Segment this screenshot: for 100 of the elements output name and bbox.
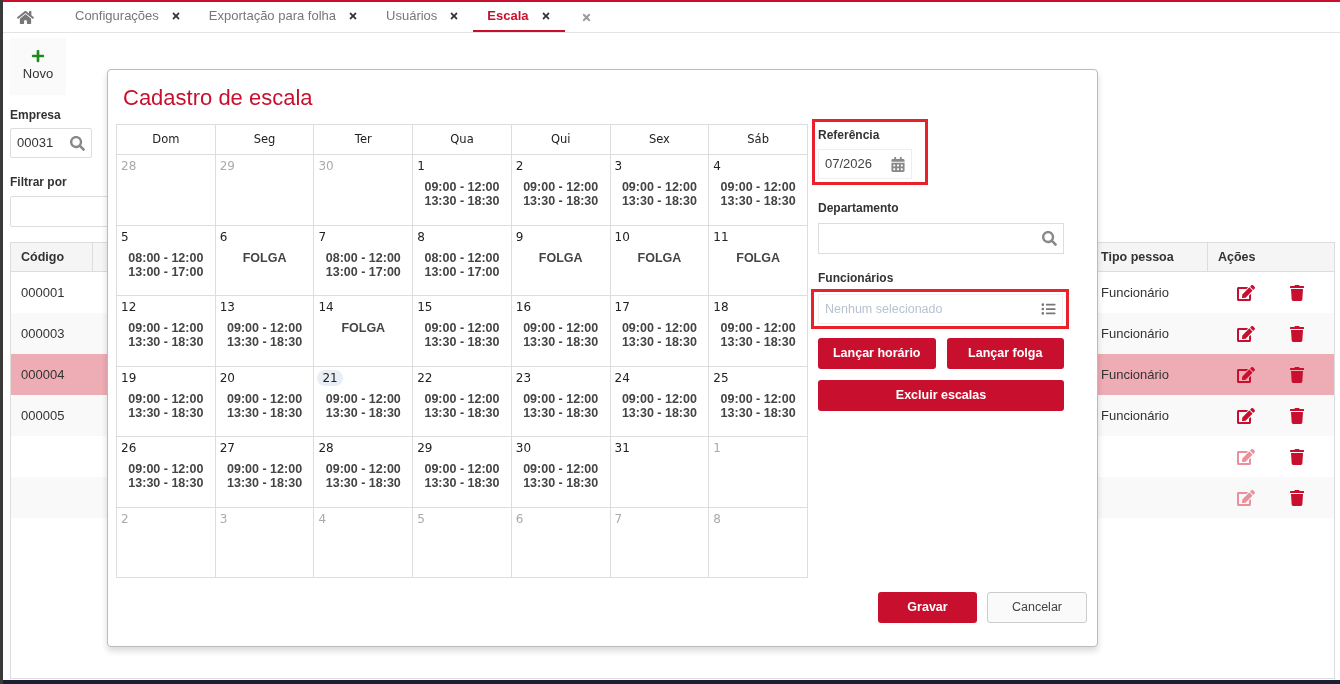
day-number: 12: [121, 299, 137, 315]
edit-icon[interactable]: [1237, 284, 1255, 301]
schedule-entry: 09:00 - 12:00 13:30 - 18:30: [621, 321, 697, 349]
calendar-day[interactable]: 3 09:00 - 12:00 13:30 - 18:30: [610, 155, 710, 226]
cancel-button[interactable]: Cancelar: [987, 592, 1087, 623]
day-number: 6: [515, 510, 524, 527]
save-button[interactable]: Gravar: [878, 592, 977, 623]
schedule-entry: 09:00 - 12:00 13:30 - 18:30: [227, 391, 303, 420]
calendar-day[interactable]: 2 09:00 - 12:00 13:30 - 18:30: [511, 155, 611, 226]
edit-icon[interactable]: [1237, 407, 1255, 424]
close-icon[interactable]: [170, 11, 181, 21]
calendar-day[interactable]: 9 FOLGA: [511, 225, 611, 296]
tab[interactable]: Escala: [473, 2, 565, 32]
new-button[interactable]: Novo: [10, 38, 66, 95]
calendar-day[interactable]: 22 09:00 - 12:00 13:30 - 18:30: [413, 366, 512, 437]
calendar-day[interactable]: 10 FOLGA: [610, 225, 710, 296]
schedule-entry: 09:00 - 12:00 13:30 - 18:30: [424, 462, 500, 490]
calendar-day[interactable]: 31: [610, 437, 710, 508]
schedule-entry: FOLGA: [637, 250, 682, 265]
tab[interactable]: Configurações: [61, 2, 195, 32]
edit-icon[interactable]: [1237, 325, 1255, 342]
department-field[interactable]: [818, 223, 1064, 254]
plus-icon: [31, 49, 45, 64]
calendar-day[interactable]: 4 09:00 - 12:00 13:30 - 18:30: [709, 155, 808, 226]
day-number: 8: [417, 228, 425, 245]
trash-icon[interactable]: [1290, 448, 1304, 465]
action-button[interactable]: Lançar folga: [946, 338, 1064, 369]
reference-field[interactable]: 07/2026: [818, 149, 912, 179]
close-icon[interactable]: [540, 11, 551, 21]
edit-icon[interactable]: [1237, 366, 1255, 383]
day-number: 2: [121, 510, 129, 527]
schedule-entry: 09:00 - 12:00 13:30 - 18:30: [227, 321, 303, 349]
trash-icon[interactable]: [1290, 489, 1304, 506]
calendar-icon[interactable]: [891, 156, 905, 172]
day-number: 11: [713, 228, 729, 245]
schedule-entry: 08:00 - 12:00 13:00 - 17:00: [424, 250, 500, 279]
schedule-entry: 09:00 - 12:00 13:30 - 18:30: [424, 180, 500, 208]
calendar-day[interactable]: 21 09:00 - 12:00 13:30 - 18:30: [314, 366, 414, 437]
calendar-day[interactable]: 30 09:00 - 12:00 13:30 - 18:30: [511, 437, 611, 508]
calendar-day[interactable]: 5 08:00 - 12:00 13:00 - 17:00: [117, 225, 216, 296]
column-header[interactable]: Código: [11, 243, 93, 271]
schedule-entry: 09:00 - 12:00 13:30 - 18:30: [621, 391, 697, 420]
column-header[interactable]: Ações: [1208, 243, 1334, 271]
calendar-day[interactable]: 7 08:00 - 12:00 13:00 - 17:00: [314, 225, 414, 296]
list-icon[interactable]: [1041, 302, 1056, 316]
calendar-day[interactable]: 28 09:00 - 12:00 13:30 - 18:30: [314, 437, 414, 508]
calendar-day[interactable]: 29 09:00 - 12:00 13:30 - 18:30: [413, 437, 512, 508]
calendar-day[interactable]: 26 09:00 - 12:00 13:30 - 18:30: [117, 437, 216, 508]
calendar-day[interactable]: 6 FOLGA: [215, 225, 315, 296]
calendar-day[interactable]: 15 09:00 - 12:00 13:30 - 18:30: [413, 296, 512, 367]
table-cell-text: 000003: [21, 324, 65, 343]
modal-title: Cadastro de escala: [122, 84, 314, 112]
calendar-day[interactable]: 14 FOLGA: [314, 296, 414, 367]
schedule-entry: 09:00 - 12:00 13:30 - 18:30: [720, 180, 796, 208]
day-number: 1: [417, 158, 425, 174]
calendar-day[interactable]: 25 09:00 - 12:00 13:30 - 18:30: [709, 366, 808, 437]
home-icon[interactable]: [17, 9, 34, 25]
calendar-day[interactable]: 17 09:00 - 12:00 13:30 - 18:30: [610, 296, 710, 367]
day-number: 2: [515, 158, 524, 174]
calendar-day[interactable]: 11 FOLGA: [709, 225, 808, 296]
calendar-day[interactable]: 23 09:00 - 12:00 13:30 - 18:30: [511, 366, 611, 437]
calendar-day[interactable]: 24 09:00 - 12:00 13:30 - 18:30: [610, 366, 710, 437]
day-number: 6: [219, 228, 228, 245]
trash-icon[interactable]: [1290, 407, 1304, 424]
calendar-day[interactable]: 19 09:00 - 12:00 13:30 - 18:30: [117, 366, 216, 437]
action-button[interactable]: Excluir escalas: [818, 380, 1064, 411]
calendar-day[interactable]: 20 09:00 - 12:00 13:30 - 18:30: [215, 366, 315, 437]
calendar-day[interactable]: 8 08:00 - 12:00 13:00 - 17:00: [413, 225, 512, 296]
calendar-day[interactable]: 16 09:00 - 12:00 13:30 - 18:30: [511, 296, 611, 367]
close-icon[interactable]: [348, 11, 359, 21]
close-icon[interactable]: [449, 11, 460, 21]
schedule-entry: FOLGA: [242, 250, 287, 265]
company-field[interactable]: 00031: [10, 128, 92, 158]
calendar-day[interactable]: 18 09:00 - 12:00 13:30 - 18:30: [709, 296, 808, 367]
day-number: 29: [417, 440, 433, 456]
action-button[interactable]: Lançar horário: [818, 338, 936, 369]
trash-icon[interactable]: [1290, 325, 1304, 342]
day-number: 22: [417, 369, 433, 386]
schedule-entry: 09:00 - 12:00 13:30 - 18:30: [523, 321, 599, 349]
trash-icon[interactable]: [1290, 366, 1304, 383]
tab[interactable]: Usuários: [372, 2, 474, 32]
day-number: 21: [317, 369, 343, 386]
field-label: Filtrar por: [10, 174, 67, 191]
search-icon[interactable]: [70, 135, 85, 151]
schedule-entry: 09:00 - 12:00 13:30 - 18:30: [523, 391, 599, 420]
schedule-entry: 09:00 - 12:00 13:30 - 18:30: [128, 321, 204, 349]
schedule-entry: FOLGA: [538, 250, 583, 265]
schedule-entry: 09:00 - 12:00 13:30 - 18:30: [720, 391, 796, 420]
calendar-day[interactable]: 12 09:00 - 12:00 13:30 - 18:30: [117, 296, 216, 367]
day-number: 10: [614, 228, 630, 245]
calendar-day[interactable]: 13 09:00 - 12:00 13:30 - 18:30: [215, 296, 315, 367]
weekday-header: Qui: [550, 130, 571, 148]
search-icon[interactable]: [1042, 231, 1057, 246]
calendar-day[interactable]: 1 09:00 - 12:00 13:30 - 18:30: [413, 155, 512, 226]
day-number: 25: [713, 369, 729, 386]
calendar-day[interactable]: 27 09:00 - 12:00 13:30 - 18:30: [215, 437, 315, 508]
tab[interactable]: Exportação para folha: [194, 2, 373, 32]
weekday-header: Qua: [450, 130, 474, 148]
schedule-entry: 09:00 - 12:00 13:30 - 18:30: [227, 462, 303, 490]
trash-icon[interactable]: [1290, 284, 1304, 301]
